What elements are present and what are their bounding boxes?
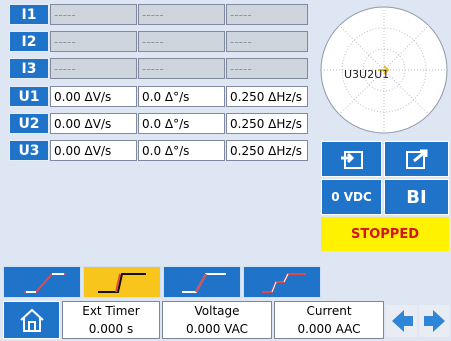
current-title: Current [306, 304, 352, 318]
prev-button[interactable] [386, 305, 417, 337]
row-u2-col2[interactable]: 0.0 Δ°/s [138, 113, 225, 134]
row-i1-col3: ----- [226, 4, 308, 25]
voltage-title: Voltage [194, 304, 240, 318]
ext-timer-value: 0.000 s [88, 322, 134, 336]
row-i2-col3: ----- [226, 31, 308, 52]
current-panel[interactable]: Current 0.000 AAC [274, 301, 384, 339]
row-i3-col1: ----- [50, 58, 137, 79]
export-icon [405, 149, 427, 169]
phasor-label: U3U2U1 [344, 68, 390, 81]
ramp-up-icon [24, 273, 66, 293]
row-label-i1[interactable]: I1 [9, 4, 49, 25]
binary-input-button[interactable]: BI [384, 179, 449, 215]
voltage-value: 0.000 VAC [186, 322, 248, 336]
row-i1-col2: ----- [138, 4, 225, 25]
voltage-panel[interactable]: Voltage 0.000 VAC [162, 301, 272, 339]
arrow-right-icon [423, 310, 445, 332]
row-u3-col3[interactable]: 0.250 ΔHz/s [226, 140, 308, 161]
row-label-i2[interactable]: I2 [9, 31, 49, 52]
row-u1-col2[interactable]: 0.0 Δ°/s [138, 86, 225, 107]
row-label-u1[interactable]: U1 [9, 86, 49, 107]
row-u3-col1[interactable]: 0.00 ΔV/s [50, 140, 137, 161]
row-u1-col3[interactable]: 0.250 ΔHz/s [226, 86, 308, 107]
vdc-button[interactable]: 0 VDC [321, 179, 382, 215]
next-button[interactable] [419, 305, 450, 337]
import-button[interactable] [321, 141, 382, 177]
ramp-slope-icon [182, 273, 226, 293]
row-i3-col3: ----- [226, 58, 308, 79]
row-label-u3[interactable]: U3 [9, 140, 49, 161]
tab-ramp-2[interactable] [83, 266, 161, 298]
import-icon [340, 151, 363, 169]
row-label-i3[interactable]: I3 [9, 58, 49, 79]
row-u2-col3[interactable]: 0.250 ΔHz/s [226, 113, 308, 134]
row-u1-col1[interactable]: 0.00 ΔV/s [50, 86, 137, 107]
tab-ramp-4[interactable] [243, 266, 321, 298]
status-indicator: STOPPED [321, 217, 449, 251]
export-button[interactable] [384, 141, 449, 177]
row-i2-col2: ----- [138, 31, 225, 52]
ramp-step-icon [98, 273, 146, 293]
row-label-u2[interactable]: U2 [9, 113, 49, 134]
tab-ramp-1[interactable] [3, 266, 81, 298]
phasor-diagram[interactable]: U3U2U1 [318, 4, 450, 136]
row-u3-col2[interactable]: 0.0 Δ°/s [138, 140, 225, 161]
ext-timer-title: Ext Timer [82, 304, 140, 318]
row-i2-col1: ----- [50, 31, 137, 52]
row-i1-col1: ----- [50, 4, 137, 25]
row-u2-col1[interactable]: 0.00 ΔV/s [50, 113, 137, 134]
home-icon [19, 308, 44, 332]
tab-ramp-3[interactable] [163, 266, 241, 298]
arrow-left-icon [391, 310, 413, 332]
ext-timer-panel[interactable]: Ext Timer 0.000 s [62, 301, 160, 339]
ramp-double-icon [262, 273, 306, 293]
row-i3-col2: ----- [138, 58, 225, 79]
home-button[interactable] [3, 301, 60, 339]
current-value: 0.000 AAC [297, 322, 361, 336]
